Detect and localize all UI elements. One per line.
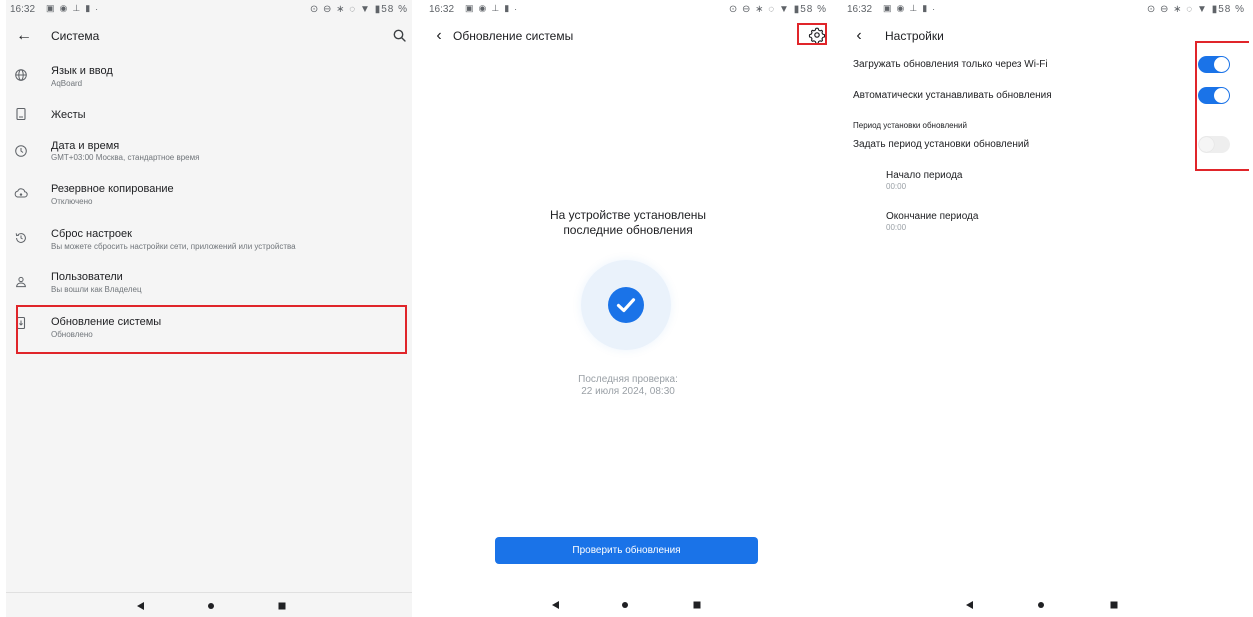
back-chevron-icon[interactable]: ‹ [429,26,449,46]
upload-icon: ⊥ [909,3,918,13]
clock-icon [15,145,27,157]
period-section-header: Период установки обновлений [853,121,967,130]
status-bar: 16:32 ▣ ◉ ⊥ ▮ · ⊙ ⊖ ∗ ◌ ▼ ▮58 % [425,0,831,22]
dot-icon: · [95,3,99,14]
menu-item-users[interactable]: Пользователи Вы вошли как Владелец [6,269,412,309]
battery-saver-icon: ▮ [504,3,510,13]
menu-item-gestures[interactable]: Жесты [6,98,412,138]
status-left-icons: ▣ ◉ ⊥ ▮ · [465,3,517,14]
menu-item-title: Сброс настроек [51,228,132,240]
menu-item-backup[interactable]: Резервное копирование Отключено [6,182,412,222]
highlight-box-system-update [16,305,407,354]
menu-item-subtitle: Вы вошли как Владелец [51,285,142,294]
check-circle-icon [608,287,644,323]
backup-icon [14,188,28,198]
history-icon [15,233,26,243]
menu-item-subtitle: GMT+03:00 Москва, стандартное время [51,153,200,162]
battery-saver-icon: ▮ [85,3,91,13]
highlight-box-toggles [1195,41,1249,171]
navigation-bar [6,592,412,617]
nav-recents-icon[interactable] [691,599,703,611]
menu-item-subtitle: AqBoard [51,79,83,88]
navigation-bar [425,592,831,617]
menu-item-date-time[interactable]: Дата и время GMT+03:00 Москва, стандартн… [6,139,412,179]
notification-icon: ▣ [46,3,55,13]
page-title: Система [51,29,100,43]
menu-item-subtitle: Отключено [51,197,93,206]
upload-icon: ⊥ [491,3,500,13]
system-update-screen: 16:32 ▣ ◉ ⊥ ▮ · ⊙ ⊖ ∗ ◌ ▼ ▮58 % ‹ Обновл… [425,0,831,617]
phone-gesture-icon [16,107,26,121]
update-settings-screen: 16:32 ▣ ◉ ⊥ ▮ · ⊙ ⊖ ∗ ◌ ▼ ▮58 % ‹ Настро… [843,0,1249,617]
period-start-setting[interactable]: Начало периода 00:00 [886,170,962,191]
nav-home-icon[interactable] [1035,599,1047,611]
set-period-label: Задать период установки обновлений [853,139,1030,150]
navigation-bar [843,592,1249,617]
search-icon[interactable] [390,26,410,46]
dot-icon: · [514,3,518,14]
nav-back-icon[interactable] [964,599,976,611]
status-left-icons: ▣ ◉ ⊥ ▮ · [883,3,935,14]
wifi-only-label: Загружать обновления только через Wi-Fi [853,59,1048,70]
period-end-value: 00:00 [886,223,907,232]
app-bar: ‹ Настройки [843,22,1249,50]
status-time: 16:32 [10,4,36,15]
status-left-icons: ▣ ◉ ⊥ ▮ · [46,3,98,14]
page-title: Настройки [885,29,944,43]
notification-icon: ▣ [465,3,474,13]
cloud-icon: ◉ [59,3,68,13]
status-right-icons: ⊙ ⊖ ∗ ◌ ▼ ▮58 % [309,4,408,15]
app-bar: ← Система [6,22,412,50]
check-updates-button[interactable]: Проверить обновления [495,537,758,564]
person-icon [16,276,26,288]
system-settings-screen: 16:32 ▣ ◉ ⊥ ▮ · ⊙ ⊖ ∗ ◌ ▼ ▮58 % ← Систем… [6,0,412,617]
nav-back-icon[interactable] [550,599,562,611]
nav-recents-icon[interactable] [1108,599,1120,611]
dot-icon: · [932,3,936,14]
update-status-line1: На устройстве установлены [549,208,707,222]
checkmark-icon [616,298,636,313]
app-bar: ‹ Обновление системы [425,22,831,50]
period-end-setting[interactable]: Окончание периода 00:00 [886,211,978,232]
nav-back-icon[interactable] [135,600,147,612]
last-check-value: 22 июля 2024, 08:30 [581,386,675,397]
cloud-icon: ◉ [478,3,487,13]
period-start-value: 00:00 [886,182,907,191]
menu-item-title: Язык и ввод [51,65,113,77]
menu-item-language[interactable]: Язык и ввод AqBoard [6,56,412,96]
auto-install-label: Автоматически устанавливать обновления [853,90,1052,101]
status-bar: 16:32 ▣ ◉ ⊥ ▮ · ⊙ ⊖ ∗ ◌ ▼ ▮58 % [6,0,412,22]
status-right-icons: ⊙ ⊖ ∗ ◌ ▼ ▮58 % [1146,4,1245,15]
cloud-icon: ◉ [896,3,905,13]
update-status-line2: последние обновления [563,223,693,237]
page-title: Обновление системы [453,29,574,43]
globe-icon [15,69,27,81]
battery-saver-icon: ▮ [922,3,928,13]
upload-icon: ⊥ [72,3,81,13]
nav-recents-icon[interactable] [276,600,288,612]
notification-icon: ▣ [883,3,892,13]
menu-item-title: Пользователи [51,271,123,283]
back-chevron-icon[interactable]: ‹ [849,26,869,46]
period-start-label: Начало периода [886,170,963,181]
menu-item-reset[interactable]: Сброс настроек Вы можете сбросить настро… [6,226,412,266]
last-check-label: Последняя проверка: [578,374,678,385]
menu-item-title: Жесты [51,109,86,121]
up-to-date-badge [581,260,671,350]
menu-item-title: Резервное копирование [51,183,174,195]
nav-home-icon[interactable] [619,599,631,611]
menu-item-title: Дата и время [51,140,120,152]
period-end-label: Окончание периода [886,211,979,222]
status-time: 16:32 [847,4,873,15]
status-right-icons: ⊙ ⊖ ∗ ◌ ▼ ▮58 % [728,4,827,15]
back-arrow-icon[interactable]: ← [14,26,34,46]
highlight-box-gear [797,23,827,45]
last-check-info: Последняя проверка: 22 июля 2024, 08:30 [425,374,831,398]
menu-item-subtitle: Вы можете сбросить настройки сети, прило… [51,242,296,251]
nav-home-icon[interactable] [205,600,217,612]
update-status-text: На устройстве установлены последние обно… [425,208,831,238]
status-time: 16:32 [429,4,455,15]
status-bar: 16:32 ▣ ◉ ⊥ ▮ · ⊙ ⊖ ∗ ◌ ▼ ▮58 % [843,0,1249,22]
